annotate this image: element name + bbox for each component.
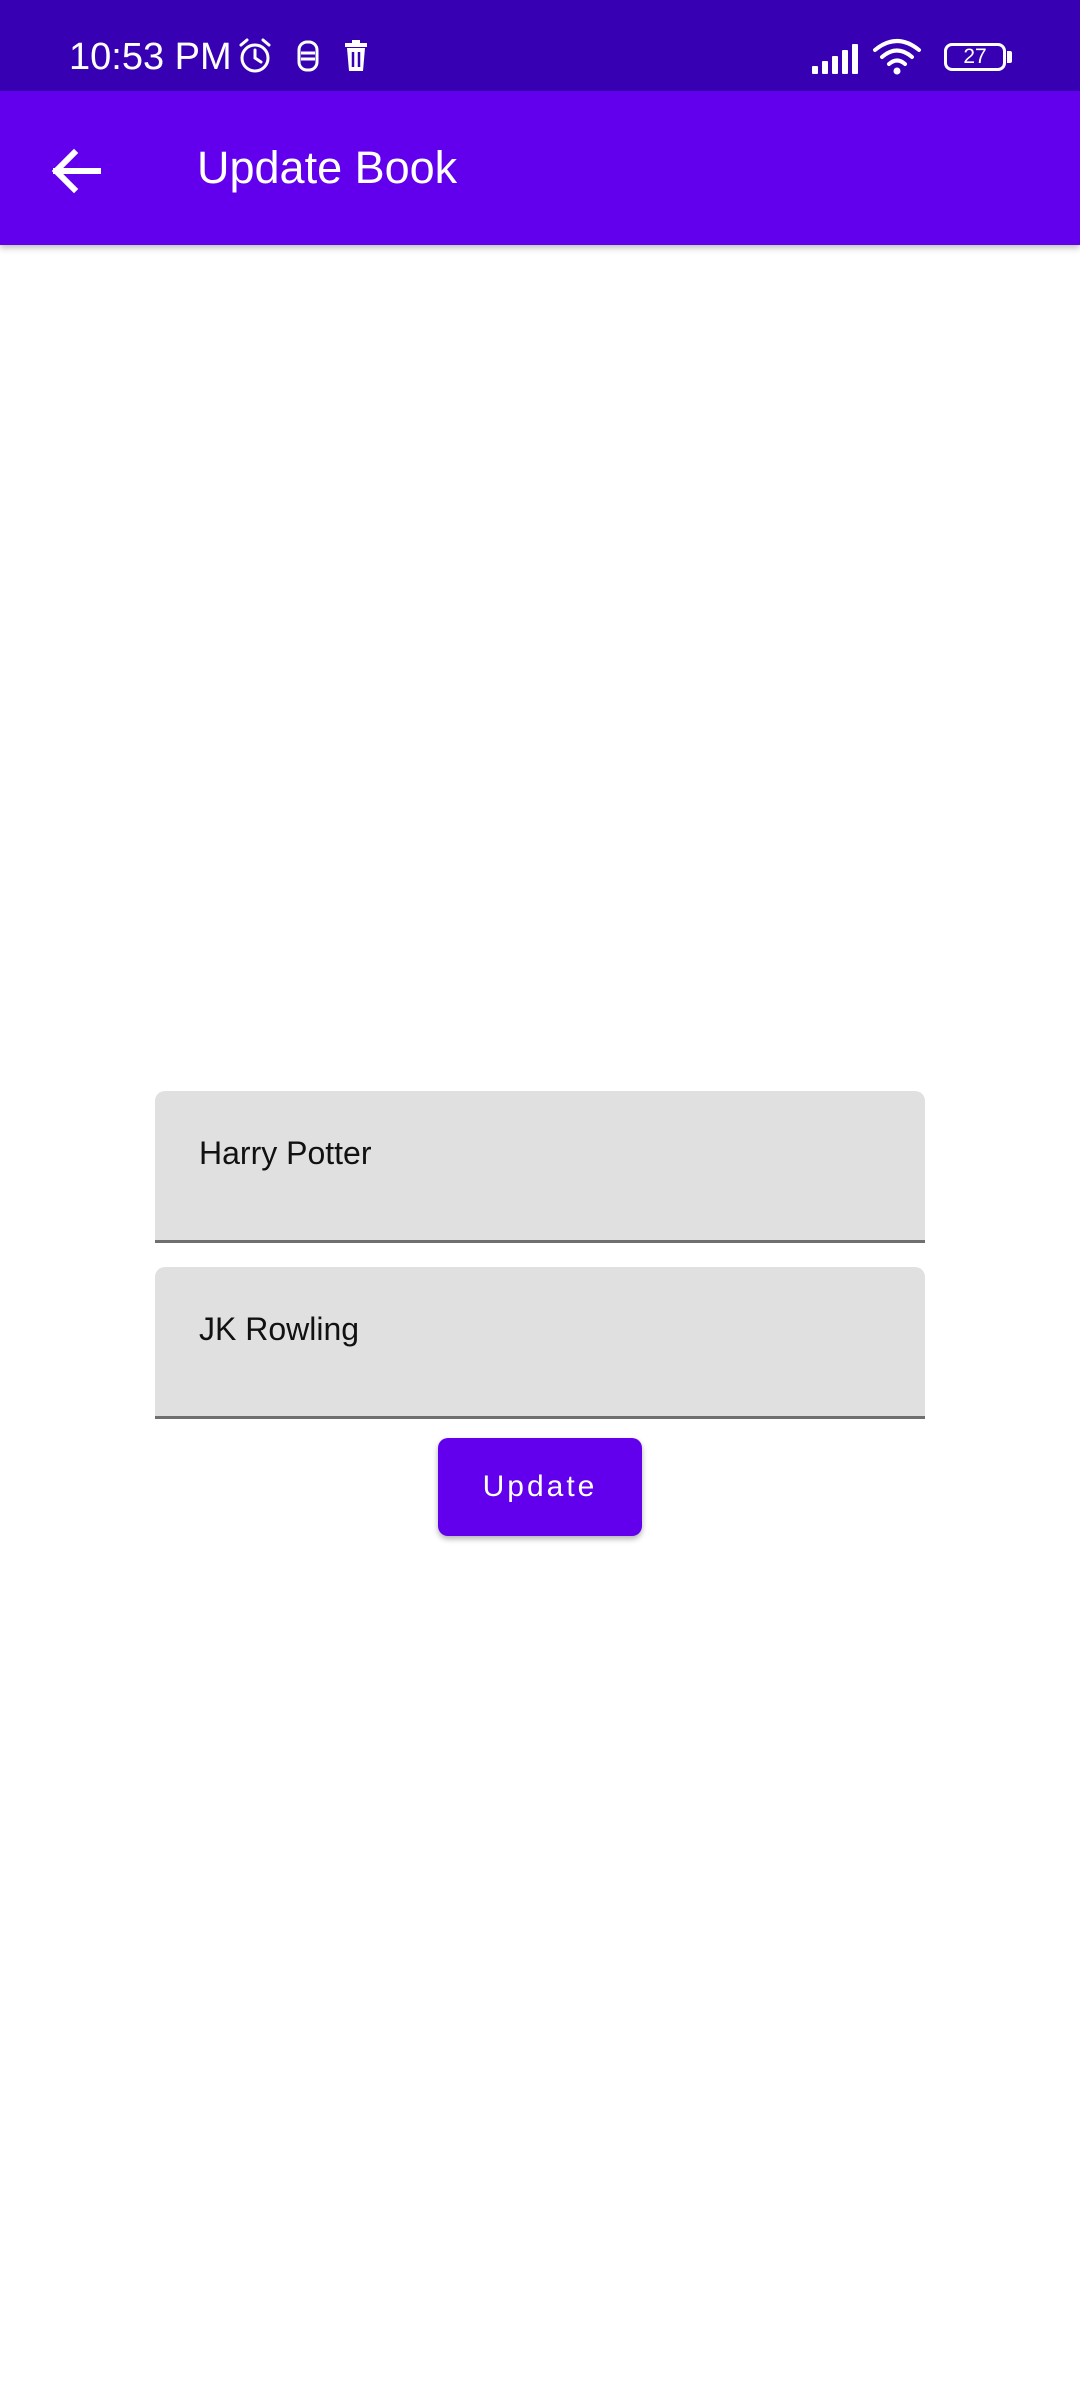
trash-icon — [345, 40, 367, 71]
app-bar: Update Book — [0, 91, 1080, 245]
author-value: JK Rowling — [199, 1311, 360, 1347]
update-button[interactable]: Update — [438, 1438, 642, 1536]
notification-icon — [297, 40, 319, 72]
alarm-icon — [239, 38, 271, 73]
book-name-field[interactable]: Harry Potter — [155, 1091, 925, 1243]
arrow-back-icon[interactable] — [36, 131, 116, 211]
wifi-icon — [873, 39, 921, 75]
page-title: Update Book — [197, 142, 458, 193]
book-name-value: Harry Potter — [199, 1135, 372, 1171]
status-time: 10:53 PM — [69, 36, 232, 78]
battery-level: 27 — [963, 45, 987, 68]
status-bar: 10:53 PM 27 — [0, 0, 1080, 91]
battery-icon: 27 — [944, 43, 1006, 71]
battery-tip — [1007, 51, 1012, 63]
author-field[interactable]: JK Rowling — [155, 1267, 925, 1419]
signal-icon — [812, 44, 858, 74]
